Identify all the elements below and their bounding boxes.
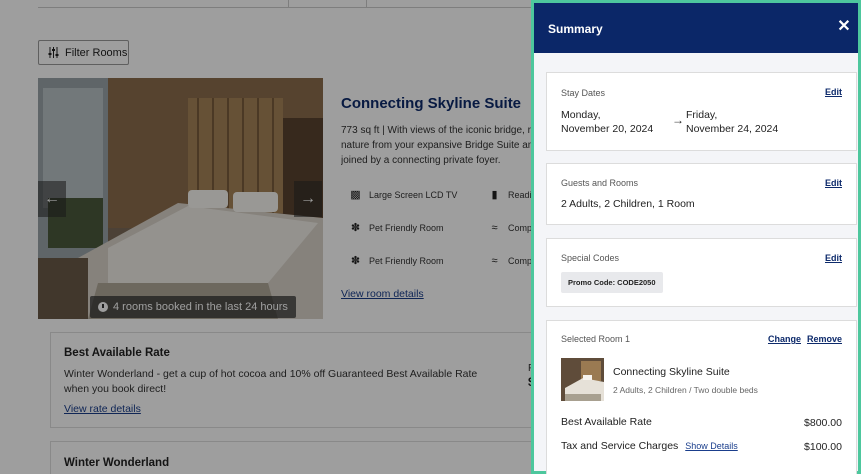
summary-title: Summary bbox=[548, 22, 603, 36]
edit-guests-link[interactable]: Edit bbox=[825, 178, 842, 188]
tax-line-label: Tax and Service Charges bbox=[561, 440, 679, 452]
selected-room-panel: Selected Room 1 Change Remove Connecting… bbox=[546, 320, 857, 474]
edit-special-codes-link[interactable]: Edit bbox=[825, 253, 842, 263]
check-out-day: Friday, bbox=[686, 109, 718, 121]
check-in-full-date: November 20, 2024 bbox=[561, 123, 654, 135]
arrow-right-icon: → bbox=[672, 113, 684, 127]
guests-rooms-panel: Guests and Rooms Edit 2 Adults, 2 Childr… bbox=[546, 163, 857, 225]
summary-header: Summary ✕ bbox=[534, 3, 858, 53]
guests-rooms-label: Guests and Rooms bbox=[561, 178, 639, 188]
rate-line-label: Best Available Rate bbox=[561, 416, 652, 428]
close-button[interactable]: ✕ bbox=[836, 19, 852, 35]
check-out-date: Friday, November 24, 2024 bbox=[686, 108, 778, 136]
promo-code-chip: Promo Code: CODE2050 bbox=[561, 272, 663, 293]
special-codes-label: Special Codes bbox=[561, 253, 620, 263]
check-out-full-date: November 24, 2024 bbox=[686, 123, 779, 135]
guests-rooms-value: 2 Adults, 2 Children, 1 Room bbox=[561, 198, 695, 210]
room-thumbnail bbox=[561, 358, 604, 401]
summary-drawer: Summary ✕ Stay Dates Edit Monday, Novemb… bbox=[531, 0, 861, 474]
check-in-day: Monday, bbox=[561, 109, 601, 121]
remove-room-link[interactable]: Remove bbox=[807, 334, 842, 344]
rate-line-value: $800.00 bbox=[804, 417, 842, 429]
change-room-link[interactable]: Change bbox=[768, 334, 801, 344]
close-icon: ✕ bbox=[837, 18, 851, 35]
stay-dates-label: Stay Dates bbox=[561, 88, 606, 98]
stay-dates-panel: Stay Dates Edit Monday, November 20, 202… bbox=[546, 72, 857, 151]
show-details-link[interactable]: Show Details bbox=[685, 441, 738, 451]
check-in-date: Monday, November 20, 2024 bbox=[561, 108, 653, 136]
edit-stay-dates-link[interactable]: Edit bbox=[825, 87, 842, 97]
selected-room-occupancy: 2 Adults, 2 Children / Two double beds bbox=[613, 385, 758, 395]
selected-room-label: Selected Room 1 bbox=[561, 334, 631, 344]
selected-room-name: Connecting Skyline Suite bbox=[613, 366, 730, 378]
special-codes-panel: Special Codes Edit Promo Code: CODE2050 bbox=[546, 238, 857, 307]
tax-line-value: $100.00 bbox=[804, 441, 842, 453]
tax-line: Tax and Service Charges Show Details bbox=[561, 440, 738, 452]
room-thumbnail-image bbox=[561, 358, 604, 401]
